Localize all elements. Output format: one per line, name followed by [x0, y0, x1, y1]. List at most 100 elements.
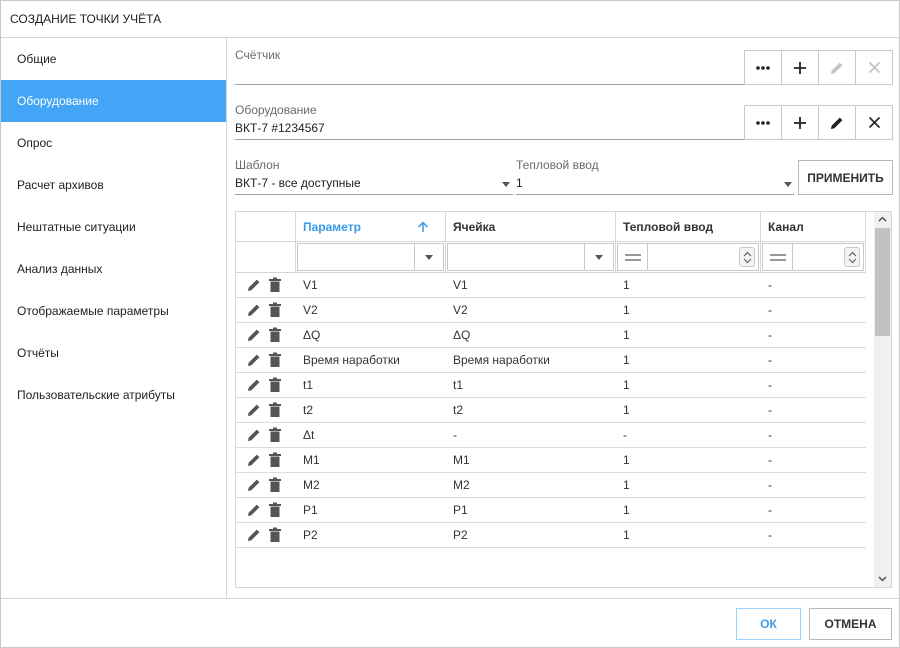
ok-button[interactable]: ОК — [736, 608, 801, 640]
pencil-icon[interactable] — [246, 402, 262, 418]
column-header-channel[interactable]: Канал — [761, 212, 866, 242]
trash-icon[interactable] — [268, 502, 282, 518]
pencil-icon[interactable] — [246, 427, 262, 443]
heat-input-chevron-down-icon[interactable] — [784, 182, 792, 187]
trash-icon[interactable] — [268, 352, 282, 368]
main-panel: Счётчик Оборудование ВКТ-7 #1234567 Шабл… — [227, 38, 899, 598]
table-row[interactable]: t2 t2 1 - — [236, 398, 866, 423]
heat-input-filter-input[interactable] — [647, 243, 759, 271]
trash-icon[interactable] — [268, 327, 282, 343]
cell-heat-input: 1 — [623, 403, 630, 417]
heat-input-select[interactable]: 1 — [516, 176, 523, 190]
cell-channel: - — [768, 428, 772, 442]
trash-icon[interactable] — [268, 377, 282, 393]
table-row[interactable]: ΔQ ΔQ 1 - — [236, 323, 866, 348]
filter-cell-heat-input — [616, 242, 761, 272]
sidebar-item-emergency[interactable]: Нештатные ситуации — [1, 206, 226, 248]
pencil-icon[interactable] — [246, 352, 262, 368]
channel-filter-spinner[interactable] — [844, 247, 860, 267]
pencil-icon[interactable] — [246, 527, 262, 543]
sidebar-item-user-attributes[interactable]: Пользовательские атрибуты — [1, 374, 226, 416]
cell-cell: t1 — [453, 378, 464, 392]
table-row[interactable]: M1 M1 1 - — [236, 448, 866, 473]
cancel-button[interactable]: ОТМЕНА — [809, 608, 892, 640]
equipment-add-button[interactable] — [781, 105, 819, 140]
more-horiz-icon — [756, 120, 770, 125]
cell-filter-input[interactable] — [447, 243, 585, 271]
pencil-icon[interactable] — [246, 452, 262, 468]
cell-heat-input: 1 — [623, 353, 630, 367]
meter-edit-button[interactable] — [818, 50, 856, 85]
cell-heat-input: 1 — [623, 453, 630, 467]
meter-more-button[interactable] — [744, 50, 782, 85]
cell-channel: - — [768, 278, 772, 292]
actions-header — [236, 212, 296, 242]
trash-icon[interactable] — [268, 477, 282, 493]
parameters-table: Параметр Ячейка Тепловой ввод Канал V1 V… — [235, 211, 892, 588]
filter-cell-channel — [761, 242, 866, 272]
pencil-icon[interactable] — [246, 302, 262, 318]
dialog: СОЗДАНИЕ ТОЧКИ УЧЁТА Общие Оборудование … — [0, 0, 900, 648]
equipment-remove-button[interactable] — [855, 105, 893, 140]
sidebar-item-archive-calc[interactable]: Расчет архивов — [1, 164, 226, 206]
equipment-underline — [235, 139, 744, 140]
scroll-up-arrow-icon[interactable] — [878, 216, 887, 222]
template-select[interactable]: ВКТ-7 - все доступные — [235, 176, 361, 190]
pencil-icon[interactable] — [246, 277, 262, 293]
column-header-parameter[interactable]: Параметр — [296, 212, 446, 242]
trash-icon[interactable] — [268, 427, 282, 443]
template-underline — [235, 194, 513, 195]
sidebar-item-reports[interactable]: Отчёты — [1, 332, 226, 374]
meter-add-button[interactable] — [781, 50, 819, 85]
sidebar-item-general[interactable]: Общие — [1, 38, 226, 80]
pencil-icon[interactable] — [246, 477, 262, 493]
heat-input-filter-operator[interactable] — [617, 243, 648, 271]
cell-heat-input: 1 — [623, 278, 630, 292]
scrollbar-thumb[interactable] — [875, 228, 890, 336]
table-row[interactable]: Время наработки Время наработки 1 - — [236, 348, 866, 373]
table-row[interactable]: M2 M2 1 - — [236, 473, 866, 498]
table-row[interactable]: P1 P1 1 - — [236, 498, 866, 523]
cell-filter-dropdown[interactable] — [584, 243, 614, 271]
sidebar-item-displayed-params[interactable]: Отображаемые параметры — [1, 290, 226, 332]
equipment-more-button[interactable] — [744, 105, 782, 140]
meter-remove-button[interactable] — [855, 50, 893, 85]
equipment-edit-button[interactable] — [818, 105, 856, 140]
plus-icon — [794, 116, 806, 129]
table-row[interactable]: Δt - - - — [236, 423, 866, 448]
equals-icon — [770, 254, 786, 261]
apply-button[interactable]: ПРИМЕНИТЬ — [798, 160, 893, 195]
cell-cell: - — [453, 428, 457, 442]
pencil-icon[interactable] — [246, 377, 262, 393]
table-row[interactable]: P2 P2 1 - — [236, 523, 866, 548]
pencil-icon[interactable] — [246, 327, 262, 343]
trash-icon[interactable] — [268, 527, 282, 543]
trash-icon[interactable] — [268, 277, 282, 293]
sidebar-item-equipment[interactable]: Оборудование — [1, 80, 226, 122]
parameter-filter-dropdown[interactable] — [414, 243, 444, 271]
cell-channel: - — [768, 453, 772, 467]
trash-icon[interactable] — [268, 402, 282, 418]
table-row[interactable]: t1 t1 1 - — [236, 373, 866, 398]
cell-parameter: P1 — [303, 503, 318, 517]
trash-icon[interactable] — [268, 452, 282, 468]
table-row[interactable]: V2 V2 1 - — [236, 298, 866, 323]
parameter-filter-input[interactable] — [297, 243, 415, 271]
trash-icon[interactable] — [268, 302, 282, 318]
pencil-icon[interactable] — [246, 502, 262, 518]
template-chevron-down-icon[interactable] — [502, 182, 510, 187]
cell-heat-input: 1 — [623, 378, 630, 392]
heat-input-filter-spinner[interactable] — [739, 247, 755, 267]
column-header-cell[interactable]: Ячейка — [446, 212, 616, 242]
scroll-down-arrow-icon[interactable] — [878, 576, 887, 582]
channel-filter-input[interactable] — [792, 243, 864, 271]
table-row[interactable]: V1 V1 1 - — [236, 273, 866, 298]
sidebar-item-polling[interactable]: Опрос — [1, 122, 226, 164]
table-scrollbar[interactable] — [874, 212, 891, 587]
column-header-heat-input[interactable]: Тепловой ввод — [616, 212, 761, 242]
channel-filter-operator[interactable] — [762, 243, 793, 271]
close-icon — [868, 61, 880, 74]
column-header-parameter-label: Параметр — [303, 220, 361, 234]
sidebar-item-data-analysis[interactable]: Анализ данных — [1, 248, 226, 290]
equipment-field[interactable]: ВКТ-7 #1234567 — [235, 121, 325, 135]
